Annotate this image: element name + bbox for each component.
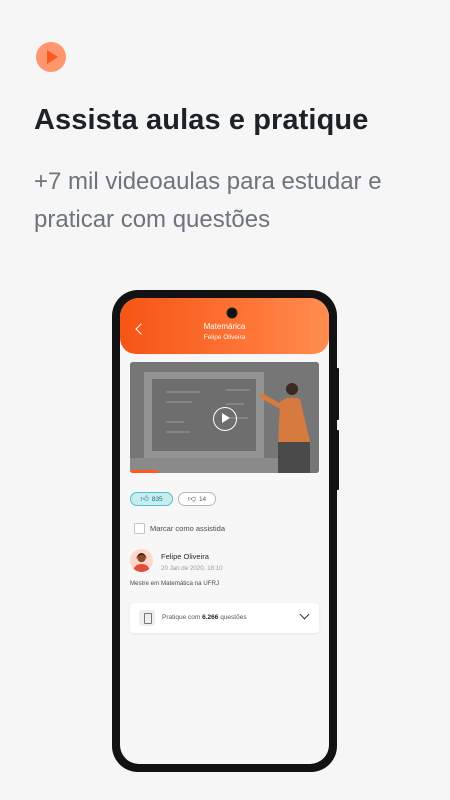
chevron-down-icon[interactable] bbox=[299, 609, 310, 620]
practice-prefix: Pratique com bbox=[162, 614, 201, 621]
avatar bbox=[130, 549, 153, 572]
header-subtitle: Felipe Oliveira bbox=[203, 334, 246, 341]
teacher-name: Felipe Oliveira bbox=[161, 552, 209, 561]
thumbs-up-icon: 👍︎ bbox=[140, 494, 149, 503]
mark-watched-checkbox[interactable] bbox=[134, 523, 145, 534]
dislike-button[interactable]: 👎︎ 14 bbox=[178, 492, 216, 506]
practice-count: 6.266 bbox=[202, 614, 219, 621]
dislike-count: 14 bbox=[198, 495, 207, 503]
video-progress-bar[interactable] bbox=[130, 470, 159, 473]
thumbs-down-icon: 👎︎ bbox=[187, 494, 196, 503]
practice-questions-card[interactable]: Pratique com 6.266 questões bbox=[130, 603, 319, 633]
camera-icon bbox=[228, 309, 236, 317]
phone-screen: Matemárica Felipe Oliveira 👍︎ 835 👎︎ 14 … bbox=[120, 298, 329, 764]
practice-suffix: questões bbox=[220, 614, 247, 621]
phone-mockup: Matemárica Felipe Oliveira 👍︎ 835 👎︎ 14 … bbox=[112, 290, 337, 772]
like-count: 835 bbox=[151, 495, 163, 503]
header-title: Matemárica bbox=[203, 322, 246, 331]
teacher-bio: Mestre em Matemática na UFRJ bbox=[130, 580, 220, 587]
like-button[interactable]: 👍︎ 835 bbox=[130, 492, 173, 506]
play-logo-icon bbox=[36, 42, 66, 72]
play-button[interactable] bbox=[213, 407, 237, 431]
document-icon bbox=[139, 610, 155, 626]
lesson-date: 20 Jan de 2020, 18:10 bbox=[161, 565, 223, 572]
practice-text: Pratique com 6.266 questões bbox=[162, 614, 247, 621]
app-header: Matemárica Felipe Oliveira bbox=[120, 298, 329, 354]
video-player[interactable] bbox=[130, 362, 319, 473]
page-title: Assista aulas e pratique bbox=[34, 104, 369, 136]
mark-watched-label[interactable]: Marcar como assistida bbox=[150, 524, 225, 533]
page-subtitle: +7 mil videoaulas para estudar e pratica… bbox=[34, 168, 382, 233]
